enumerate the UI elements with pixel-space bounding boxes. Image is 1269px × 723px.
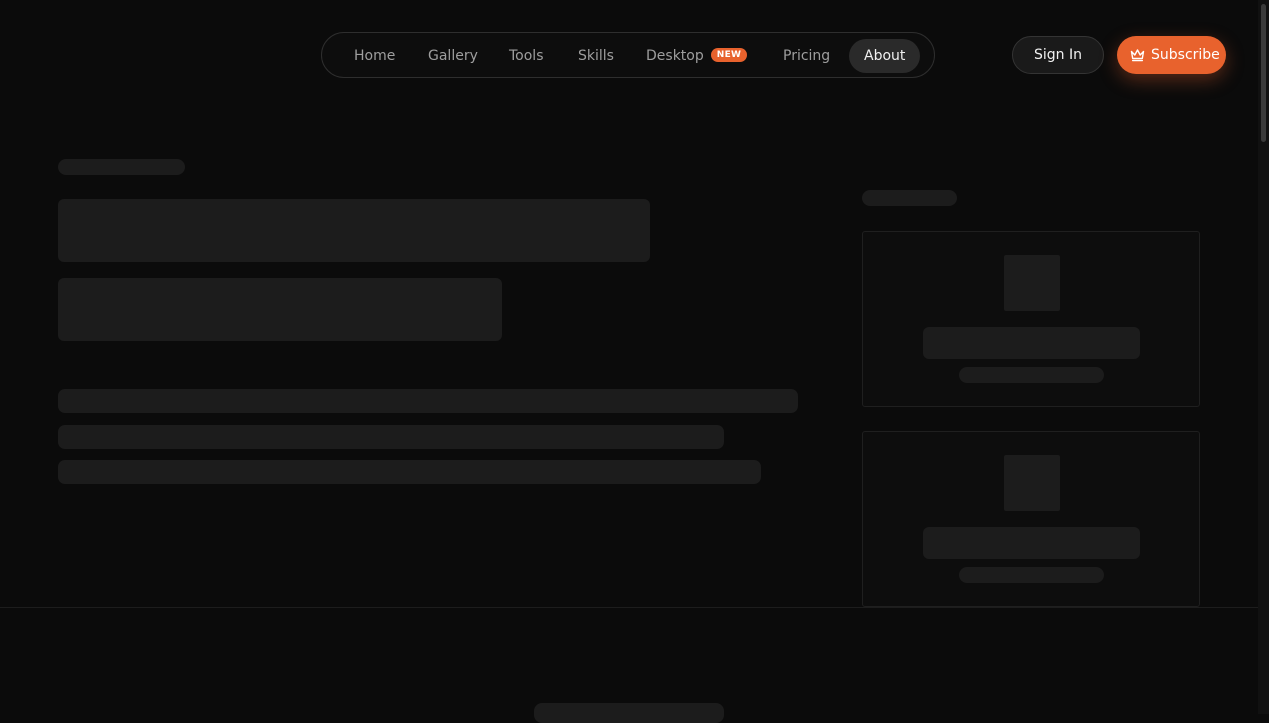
page: Home Gallery Tools Skills Desktop NEW Pri… — [0, 0, 1258, 723]
skeleton-card-thumbnail — [1004, 255, 1060, 311]
skeleton-footer-heading — [534, 703, 724, 723]
nav-item-desktop-label: Desktop — [646, 48, 704, 64]
skeleton-card-thumbnail — [1004, 455, 1060, 511]
skeleton-card-subtitle — [959, 567, 1104, 583]
nav-item-about[interactable]: About — [849, 39, 921, 73]
scrollbar[interactable] — [1258, 0, 1269, 714]
skeleton-card-title — [923, 327, 1140, 359]
skeleton-sidebar-heading — [862, 190, 957, 206]
skeleton-text-line — [58, 460, 761, 484]
skeleton-card-title — [923, 527, 1140, 559]
nav-item-tools[interactable]: Tools — [509, 39, 544, 73]
nav-item-gallery[interactable]: Gallery — [428, 39, 478, 73]
nav-item-desktop[interactable]: Desktop NEW — [646, 39, 748, 73]
nav-item-skills[interactable]: Skills — [578, 39, 614, 73]
new-badge: NEW — [710, 47, 748, 62]
section-divider — [0, 607, 1258, 608]
nav-item-pricing[interactable]: Pricing — [783, 39, 830, 73]
skeleton-text-line — [58, 425, 724, 449]
skeleton-card-subtitle — [959, 367, 1104, 383]
crown-icon — [1130, 49, 1145, 62]
skeleton-text-line — [58, 389, 798, 413]
skeleton-card — [862, 231, 1200, 407]
skeleton-card — [862, 431, 1200, 607]
skeleton-title-line — [58, 278, 502, 341]
subscribe-label: Subscribe — [1151, 47, 1220, 63]
subscribe-button[interactable]: Subscribe — [1117, 36, 1226, 74]
scrollbar-thumb[interactable] — [1261, 4, 1266, 142]
main-nav: Home Gallery Tools Skills Desktop NEW Pri… — [321, 32, 935, 78]
skeleton-title-line — [58, 199, 650, 262]
skeleton-breadcrumb — [58, 159, 185, 175]
sign-in-button[interactable]: Sign In — [1012, 36, 1104, 74]
nav-item-home[interactable]: Home — [354, 39, 395, 73]
